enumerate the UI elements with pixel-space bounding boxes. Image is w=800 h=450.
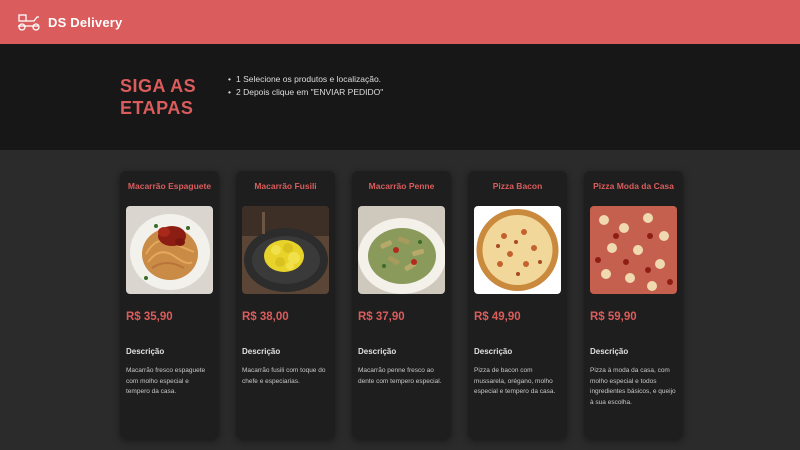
product-price: R$ 35,90	[126, 311, 173, 323]
product-name: Pizza Bacon	[492, 181, 543, 191]
product-name: Macarrão Penne	[368, 181, 435, 191]
bacon-pizza-image	[474, 206, 561, 294]
product-card[interactable]: Pizza Moda da Casa R$ 59,90 Descrição Pi…	[584, 171, 683, 439]
description-label: Descrição	[358, 347, 397, 356]
product-price: R$ 59,90	[590, 311, 637, 323]
product-name: Macarrão Fusili	[254, 181, 317, 191]
product-description: Macarrão penne fresco ao dente com tempe…	[358, 367, 442, 385]
product-name: Pizza Moda da Casa	[593, 181, 674, 191]
product-description: Macarrão fresco espaguete com molho espe…	[126, 367, 206, 395]
description-label: Descrição	[242, 347, 281, 356]
steps-title: SIGA AS ETAPAS	[120, 76, 197, 118]
description-label: Descrição	[474, 347, 513, 356]
step-item-1: 1 Selecione os produtos e localização.	[228, 73, 383, 86]
product-price: R$ 38,00	[242, 311, 289, 323]
fusilli-image	[242, 206, 329, 294]
brand-name[interactable]: DS Delivery	[48, 15, 122, 30]
product-description: Macarrão fusili com toque do chefe e esp…	[242, 367, 326, 385]
steps-section: SIGA AS ETAPAS 1 Selecione os produtos e…	[0, 44, 800, 150]
product-description: Pizza à moda da casa, com molho especial…	[590, 367, 676, 406]
penne-image	[358, 206, 445, 294]
product-price: R$ 49,90	[474, 311, 521, 323]
product-price: R$ 37,90	[358, 311, 405, 323]
product-name: Macarrão Espaguete	[127, 181, 212, 191]
product-card[interactable]: Macarrão Penne R$ 37,90 Descrição Macarr…	[352, 171, 451, 439]
steps-list: 1 Selecione os produtos e localização. 2…	[228, 73, 383, 99]
product-card[interactable]: Pizza Bacon R$ 49,90 Descrição Pizza de …	[468, 171, 567, 439]
description-label: Descrição	[126, 347, 165, 356]
product-description: Pizza de bacon com mussarela, orégano, m…	[474, 367, 556, 395]
step-item-2: 2 Depois clique em "ENVIAR PEDIDO"	[228, 86, 383, 99]
product-card[interactable]: Macarrão Espaguete R$ 35,90 Descrição Ma…	[120, 171, 219, 439]
navbar: DS Delivery	[0, 0, 800, 44]
spaghetti-image	[126, 206, 213, 294]
product-list: Macarrão Espaguete R$ 35,90 Descrição Ma…	[120, 171, 683, 439]
delivery-scooter-icon[interactable]	[16, 11, 42, 33]
house-pizza-image	[590, 206, 677, 294]
product-card[interactable]: Macarrão Fusili R$ 38,00 Descrição Macar…	[236, 171, 335, 439]
description-label: Descrição	[590, 347, 629, 356]
